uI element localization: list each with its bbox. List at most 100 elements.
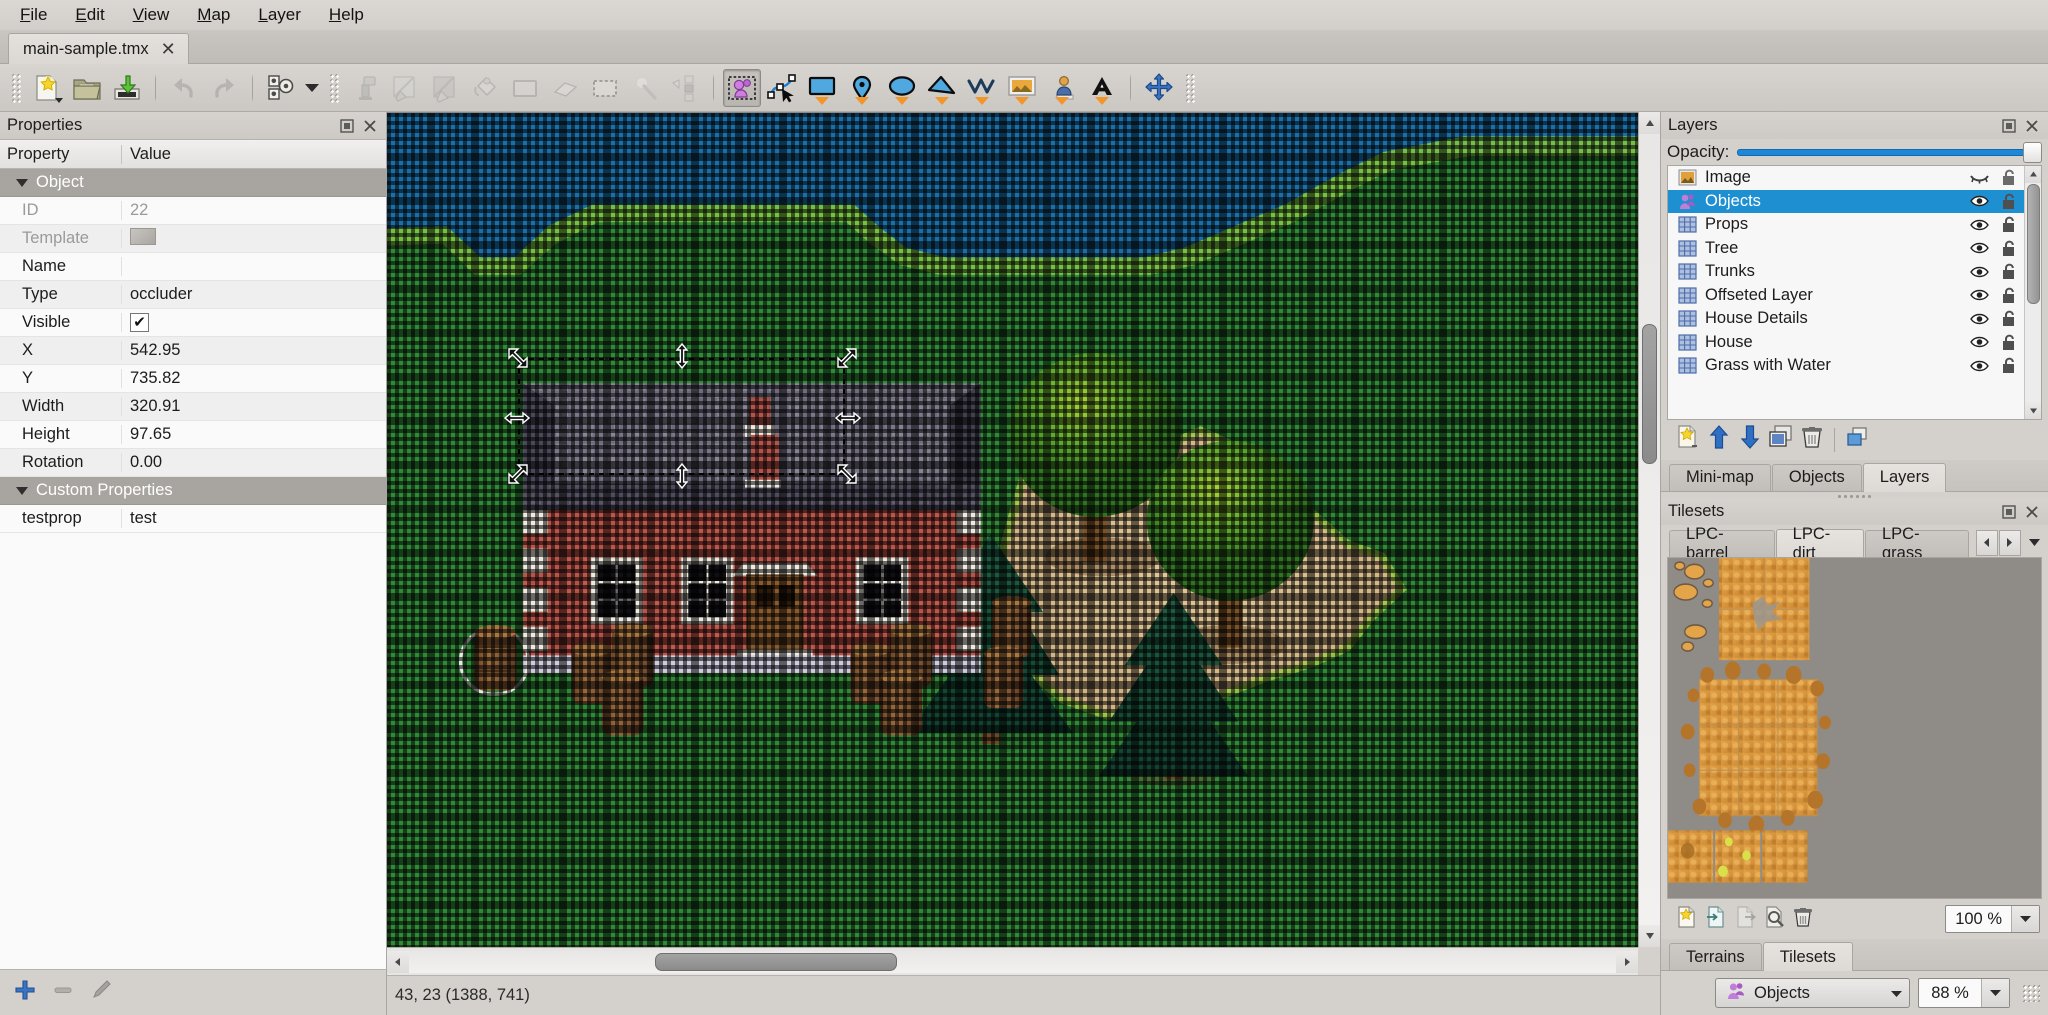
pan-tool[interactable] [1140,69,1178,107]
tool-dropdown-marker-icon[interactable] [1055,96,1069,105]
property-row-y[interactable]: Y 735.82 [0,365,386,393]
layer-visibility-toggle[interactable] [1968,359,1990,373]
bucket-fill-tool[interactable] [466,69,504,107]
property-row-visible[interactable]: Visible ✔ [0,309,386,337]
layer-visibility-toggle[interactable] [1968,194,1990,208]
layer-lock-toggle[interactable] [1998,357,2020,374]
tool-dropdown-marker-icon[interactable] [1015,96,1029,105]
map-horizontal-scrollbar[interactable] [387,947,1660,975]
layer-lock-toggle[interactable] [1998,169,2020,186]
property-row-rotation[interactable]: Rotation 0.00 [0,449,386,477]
insert-polygon-tool[interactable] [923,69,961,107]
tileset-tab-lpc-barrel[interactable]: LPC-barrel [1669,525,1775,562]
edit-tileset-icon[interactable] [1762,905,1786,934]
property-group-custom-properties[interactable]: Custom Properties [0,477,386,505]
selected-object-outline[interactable] [518,358,845,475]
layer-row-trunks[interactable]: Trunks [1668,260,2024,284]
chevron-down-icon[interactable] [1890,984,1903,1003]
property-value[interactable]: 0.00 [122,453,386,472]
new-tileset-icon[interactable] [1675,905,1699,934]
arrow-down-icon[interactable] [1737,424,1763,455]
layer-lock-toggle[interactable] [1998,310,2020,327]
layer-lock-toggle[interactable] [1998,216,2020,233]
tileset-tile-grid[interactable] [1667,556,2042,899]
layer-visibility-toggle[interactable] [1968,171,1990,185]
insert-point-tool[interactable] [843,69,881,107]
open-file-button[interactable] [68,69,106,107]
resize-handle-bottom-right[interactable] [834,461,860,487]
insert-polyline-tool[interactable] [963,69,1001,107]
undo-button[interactable] [165,69,203,107]
layer-row-house[interactable]: House [1668,331,2024,355]
property-row-x[interactable]: X 542.95 [0,337,386,365]
tool-dropdown-marker-icon[interactable] [815,96,829,105]
map-zoom-combobox[interactable]: 88 % [1918,978,2010,1008]
save-file-button[interactable] [108,69,146,107]
layer-lock-toggle[interactable] [1998,334,2020,351]
property-row-id[interactable]: ID 22 [0,197,386,225]
property-row-width[interactable]: Width 320.91 [0,393,386,421]
visible-checkbox[interactable]: ✔ [130,313,149,332]
vertical-scroll-track[interactable] [1639,134,1660,925]
map-viewport[interactable] [387,112,1638,947]
rectangle-tool[interactable] [506,69,544,107]
toolbar-grip-icon[interactable] [11,72,21,103]
scroll-left-button[interactable] [387,950,409,973]
menu-file[interactable]: File [6,2,61,28]
layers-list[interactable]: Image Objects Props Tree Trunks Offseted… [1667,165,2042,420]
tab-layers[interactable]: Layers [1862,462,1947,492]
close-icon[interactable] [361,117,379,135]
select-same-tile-tool[interactable] [666,69,704,107]
tool-dropdown-marker-icon[interactable] [855,96,869,105]
tileset-tab-lpc-grass[interactable]: LPC-grass [1864,525,1969,562]
scroll-right-button[interactable] [1616,950,1638,973]
close-icon[interactable] [2023,117,2041,135]
resize-handle-middle-right[interactable] [834,405,862,431]
layer-row-props[interactable]: Props [1668,213,2024,237]
insert-text-tool[interactable] [1083,69,1121,107]
insert-template-tool[interactable] [1043,69,1081,107]
property-value[interactable]: 320.91 [122,397,386,416]
float-panel-icon[interactable] [2000,503,2018,521]
scroll-up-button[interactable] [2024,166,2041,183]
chevron-down-icon[interactable] [1981,979,2009,1007]
tool-dropdown-marker-icon[interactable] [935,96,949,105]
insert-tile-tool[interactable] [1003,69,1041,107]
chevron-down-icon[interactable] [16,178,28,187]
horizontal-scroll-track[interactable] [409,950,1616,973]
chevron-down-icon[interactable] [55,97,63,103]
map-properties-button[interactable] [262,69,300,107]
layer-visibility-toggle[interactable] [1968,288,1990,302]
menu-help[interactable]: Help [315,2,378,28]
menu-edit[interactable]: Edit [61,2,118,28]
menu-map[interactable]: Map [183,2,244,28]
insert-ellipse-tool[interactable] [883,69,921,107]
float-panel-icon[interactable] [338,117,356,135]
opacity-slider[interactable] [1737,141,2042,163]
chevron-down-icon[interactable] [2011,906,2039,932]
layer-row-tree[interactable]: Tree [1668,237,2024,261]
map-properties-dropdown[interactable] [302,69,322,107]
layer-row-objects[interactable]: Objects [1668,189,2024,213]
float-panel-icon[interactable] [2000,117,2018,135]
property-group-object[interactable]: Object [0,169,386,197]
terrain-brush-tool[interactable] [386,69,424,107]
new-map-button[interactable] [28,69,66,107]
tileset-tab-lpc-dirt[interactable]: LPC-dirt [1775,525,1864,562]
property-row-name[interactable]: Name [0,253,386,281]
select-objects-tool[interactable] [723,68,761,107]
arrow-up-icon[interactable] [1706,424,1732,455]
tab-objects[interactable]: Objects [1771,463,1862,491]
trash-icon[interactable] [1799,424,1825,455]
layer-row-image[interactable]: Image [1668,166,2024,190]
export-tileset-icon[interactable] [1733,905,1757,934]
tool-dropdown-marker-icon[interactable] [1095,96,1109,105]
layer-row-grass-with-water[interactable]: Grass with Water [1668,354,2024,378]
embed-tileset-icon[interactable] [1704,905,1728,934]
property-value[interactable]: 542.95 [122,341,386,360]
layers-list-scrollbar[interactable] [2024,166,2041,419]
document-tab-main-sample[interactable]: main-sample.tmx ✕ [8,33,189,64]
eraser-tool[interactable] [546,69,584,107]
edit-polygons-tool[interactable] [763,69,801,107]
group-layers-icon[interactable] [1844,424,1870,455]
